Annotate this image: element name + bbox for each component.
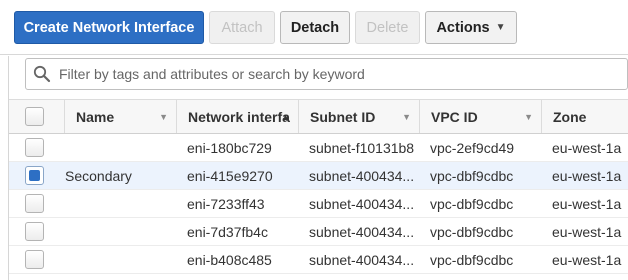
actions-label: Actions [436,19,490,36]
cell-zone: eu-west-1a [552,168,622,184]
actions-dropdown-button[interactable]: Actions ▼ [425,11,517,44]
table-row[interactable]: eni-b408c485 subnet-400434... vpc-dbf9cd… [9,246,628,274]
cell-network-interface: eni-415e9270 [187,168,273,184]
column-header-network-interface[interactable]: Network interfa ▲ [176,100,298,133]
row-checkbox[interactable] [25,166,44,185]
column-header-vpc-id[interactable]: VPC ID ▼ [419,100,541,133]
sort-caret-icon: ▼ [524,111,533,122]
search-icon [33,65,51,83]
cell-vpc-id: vpc-dbf9cdbc [430,196,514,212]
cell-name [64,218,176,246]
cell-zone: eu-west-1a [552,140,622,156]
table-row[interactable]: eni-180bc729 subnet-f10131b8 vpc-2ef9cd4… [9,134,628,162]
sort-caret-icon: ▼ [159,111,168,122]
create-network-interface-button[interactable]: Create Network Interface [14,11,204,44]
cell-zone: eu-west-1a [552,196,622,212]
cell-subnet-id: subnet-f10131b8 [309,140,415,156]
cell-subnet-id: subnet-400434... [309,224,415,240]
row-checkbox[interactable] [25,138,44,157]
cell-network-interface: eni-180bc729 [187,140,272,156]
cell-zone: eu-west-1a [552,224,622,240]
row-checkbox[interactable] [25,222,44,241]
cell-network-interface: eni-b408c485 [187,252,272,268]
network-interfaces-table: Name ▼ Network interfa ▲ Subnet ID ▼ VPC… [9,99,628,274]
cell-vpc-id: vpc-dbf9cdbc [430,252,514,268]
cell-network-interface: eni-7d37fb4c [187,224,268,240]
row-checkbox[interactable] [25,250,44,269]
chevron-down-icon: ▼ [495,22,506,33]
table-row[interactable]: Secondary eni-415e9270 subnet-400434... … [9,162,628,190]
cell-subnet-id: subnet-400434... [309,168,415,184]
sort-ascending-icon: ▲ [281,111,290,122]
column-header-label: Name [76,108,115,125]
delete-button[interactable]: Delete [355,11,420,44]
column-header-label: Network interfa [188,108,290,125]
cell-vpc-id: vpc-dbf9cdbc [430,224,514,240]
sort-caret-icon: ▼ [402,111,411,122]
column-header-label: VPC ID [431,108,478,125]
filter-bar[interactable] [25,58,628,90]
cell-name [64,246,176,274]
cell-subnet-id: subnet-400434... [309,252,415,268]
row-checkbox[interactable] [25,194,44,213]
table-header: Name ▼ Network interfa ▲ Subnet ID ▼ VPC… [9,99,628,134]
cell-name [64,190,176,218]
column-header-subnet-id[interactable]: Subnet ID ▼ [298,100,419,133]
filter-input[interactable] [59,66,599,82]
attach-button[interactable]: Attach [209,11,275,44]
column-header-label: Subnet ID [310,108,376,125]
cell-subnet-id: subnet-400434... [309,196,415,212]
toolbar-divider [0,54,628,55]
select-all-checkbox[interactable] [25,107,44,126]
cell-name [64,134,176,162]
detach-button[interactable]: Detach [280,11,350,44]
table-row[interactable]: eni-7d37fb4c subnet-400434... vpc-dbf9cd… [9,218,628,246]
cell-network-interface: eni-7233ff43 [187,196,265,212]
cell-vpc-id: vpc-2ef9cd49 [430,140,515,156]
column-header-label: Zone [553,108,587,125]
column-header-zone[interactable]: Zone [541,100,628,133]
table-row[interactable]: eni-7233ff43 subnet-400434... vpc-dbf9cd… [9,190,628,218]
cell-vpc-id: vpc-dbf9cdbc [430,168,514,184]
cell-zone: eu-west-1a [552,252,622,268]
column-header-name[interactable]: Name ▼ [64,100,176,133]
cell-name: Secondary [65,168,132,184]
